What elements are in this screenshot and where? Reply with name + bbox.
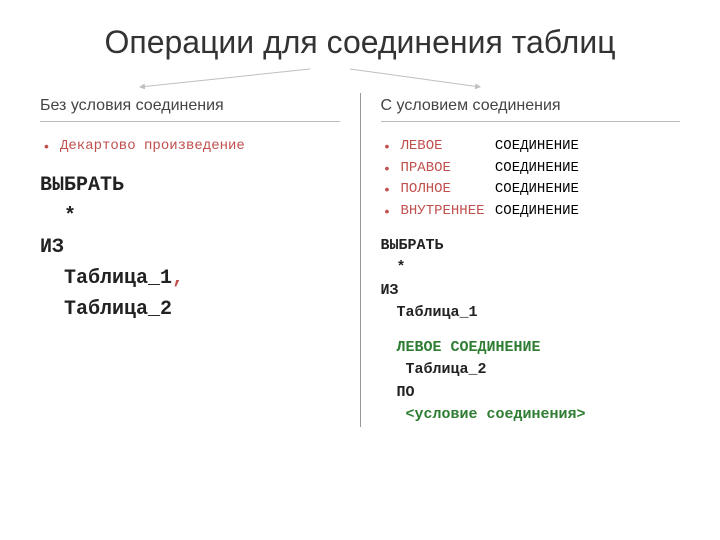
left-bullet-text: Декартово произведение <box>60 138 245 154</box>
left-code: ВЫБРАТЬ * ИЗ Таблица_1, Таблица_2 <box>40 170 340 325</box>
right-heading: С условием соединения <box>381 97 681 115</box>
comma: , <box>172 267 184 290</box>
kw-select: ВЫБРАТЬ <box>40 170 340 201</box>
join-type-item: ПОЛНОЕ СОЕДИНЕНИЕ <box>381 179 681 201</box>
kw-select: ВЫБРАТЬ <box>381 235 681 258</box>
left-heading: Без условия соединения <box>40 97 340 115</box>
code-t2: Таблица_2 <box>381 359 487 382</box>
slide-title: Операции для соединения таблиц <box>40 24 680 61</box>
left-bullet-list: Декартово произведение <box>40 136 340 158</box>
join-type-item: ЛЕВОЕ СОЕДИНЕНИЕ <box>381 136 681 158</box>
left-bullet-item: Декартово произведение <box>40 136 340 158</box>
right-divider <box>381 121 681 122</box>
code-t2: Таблица_2 <box>40 294 172 325</box>
left-column: Без условия соединения Декартово произве… <box>40 93 360 427</box>
code-t1: Таблица_1 <box>381 302 478 325</box>
right-column: С условием соединения ЛЕВОЕ СОЕДИНЕНИЕ П… <box>360 93 681 427</box>
columns: Без условия соединения Декартово произве… <box>40 93 680 427</box>
left-divider <box>40 121 340 122</box>
code-t1: Таблица_1, <box>40 263 184 294</box>
join-type-item: ПРАВОЕ СОЕДИНЕНИЕ <box>381 158 681 180</box>
kw-on: ПО <box>381 382 415 405</box>
title-arrows <box>40 67 680 89</box>
right-code: ВЫБРАТЬ * ИЗ Таблица_1 ЛЕВОЕ СОЕДИНЕНИЕ … <box>381 235 681 427</box>
code-join: ЛЕВОЕ СОЕДИНЕНИЕ <box>381 337 541 360</box>
code-star: * <box>40 201 76 232</box>
kw-from: ИЗ <box>40 232 340 263</box>
kw-from: ИЗ <box>381 280 681 303</box>
code-star: * <box>381 257 406 280</box>
join-types-list: ЛЕВОЕ СОЕДИНЕНИЕ ПРАВОЕ СОЕДИНЕНИЕ ПОЛНО… <box>381 136 681 223</box>
code-cond: <условие соединения> <box>381 404 586 427</box>
join-type-item: ВНУТРЕННЕЕ СОЕДИНЕНИЕ <box>381 201 681 223</box>
